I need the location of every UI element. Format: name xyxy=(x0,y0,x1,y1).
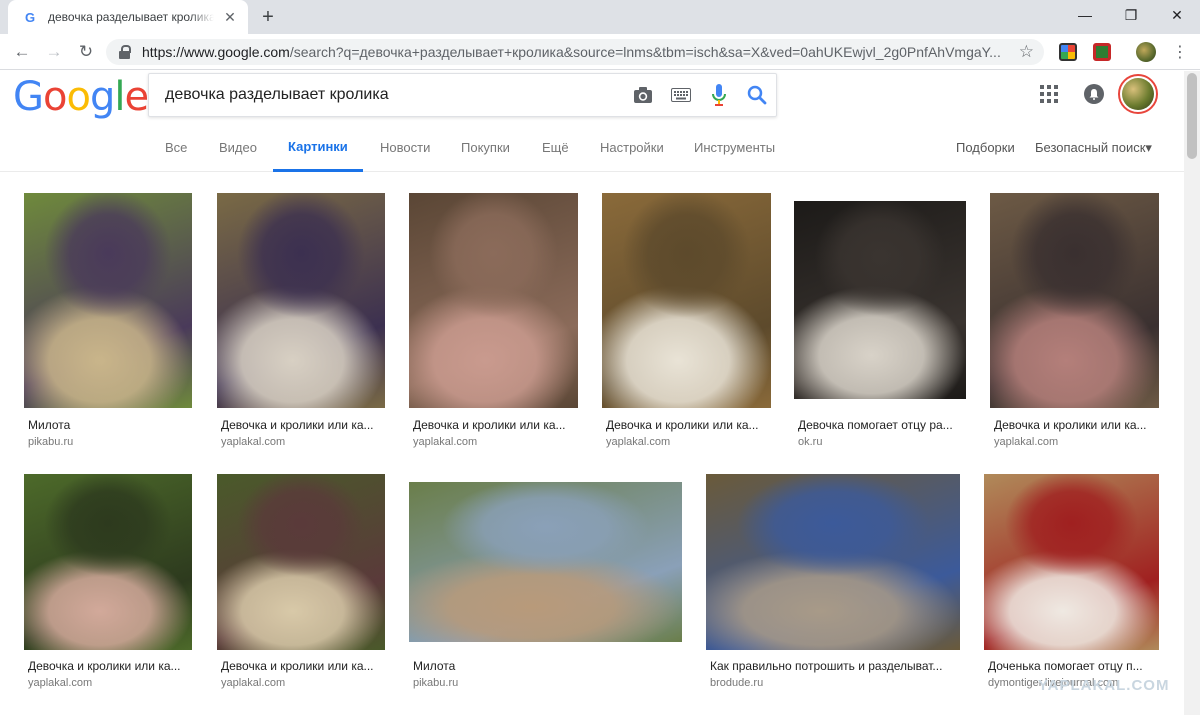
maximize-button[interactable]: ❐ xyxy=(1108,0,1154,30)
tab-images[interactable]: Картинки xyxy=(273,123,363,172)
camera-icon[interactable] xyxy=(624,73,662,117)
search-type-tabs: Все Видео Картинки Новости Покупки Ещё Н… xyxy=(0,123,1184,172)
minimize-button[interactable]: — xyxy=(1062,0,1108,30)
search-icon[interactable] xyxy=(738,73,776,117)
new-tab-button[interactable]: + xyxy=(256,5,280,29)
profile-avatar-icon[interactable] xyxy=(1136,42,1156,62)
image-result-thumbnail[interactable] xyxy=(602,193,771,408)
back-button[interactable]: ← xyxy=(10,40,34,64)
tab-shopping[interactable]: Покупки xyxy=(461,123,510,172)
image-result-thumbnail[interactable] xyxy=(990,193,1159,408)
scroll-thumb[interactable] xyxy=(1187,73,1197,159)
result-caption[interactable]: Девочка и кролики или ка... xyxy=(413,418,573,432)
logo-letter: G xyxy=(13,74,44,120)
result-caption[interactable]: Как правильно потрошить и разделыват... xyxy=(710,659,960,673)
image-result-thumbnail[interactable] xyxy=(984,474,1159,650)
forward-button[interactable]: → xyxy=(42,40,66,64)
tab-settings[interactable]: Настройки xyxy=(600,123,664,172)
browser-toolbar: ← → ↻ https://www.google.com/search?q=де… xyxy=(0,34,1200,70)
tab-strip: G девочка разделывает кролика - Поиск в … xyxy=(0,0,1200,34)
result-source[interactable]: brodude.ru xyxy=(710,677,763,689)
result-caption[interactable]: Милота xyxy=(28,418,188,432)
tab-video[interactable]: Видео xyxy=(219,123,257,172)
image-result-thumbnail[interactable] xyxy=(794,201,966,399)
collections-link[interactable]: Подборки xyxy=(956,123,1015,172)
browser-menu-icon[interactable]: ⋮ xyxy=(1170,40,1190,64)
account-avatar[interactable] xyxy=(1118,74,1158,114)
logo-letter: o xyxy=(43,74,68,120)
image-result-thumbnail[interactable] xyxy=(24,193,192,408)
tab-tools[interactable]: Инструменты xyxy=(694,123,775,172)
result-caption[interactable]: Девочка и кролики или ка... xyxy=(221,659,381,673)
tab-news[interactable]: Новости xyxy=(380,123,430,172)
image-result-thumbnail[interactable] xyxy=(706,474,960,650)
google-logo[interactable]: Google xyxy=(13,74,149,120)
result-source[interactable]: yaplakal.com xyxy=(28,677,92,689)
result-source[interactable]: yaplakal.com xyxy=(221,677,285,689)
window-close-button[interactable]: ✕ xyxy=(1154,0,1200,30)
tab-all[interactable]: Все xyxy=(165,123,187,172)
result-caption[interactable]: Девочка и кролики или ка... xyxy=(606,418,766,432)
watermark-text: YAPLAKAL.COM xyxy=(1038,677,1170,694)
search-box[interactable]: девочка разделывает кролика xyxy=(148,73,777,117)
extension-icon[interactable] xyxy=(1093,43,1111,61)
notifications-bell-icon[interactable] xyxy=(1084,84,1104,104)
browser-tab[interactable]: G девочка разделывает кролика - Поиск в … xyxy=(8,0,248,34)
result-caption[interactable]: Девочка и кролики или ка... xyxy=(994,418,1154,432)
result-source[interactable]: yaplakal.com xyxy=(606,436,670,448)
apps-grid-icon[interactable] xyxy=(1040,85,1058,103)
result-caption[interactable]: Девочка и кролики или ка... xyxy=(28,659,188,673)
page-scrollbar[interactable] xyxy=(1184,71,1200,715)
image-result-thumbnail[interactable] xyxy=(409,193,578,408)
reload-button[interactable]: ↻ xyxy=(74,40,98,64)
safesearch-dropdown[interactable]: Безопасный поиск▾ xyxy=(1035,123,1152,172)
url-text[interactable]: https://www.google.com/search?q=девочка+… xyxy=(142,44,1022,60)
logo-letter: l xyxy=(114,74,125,120)
logo-letter: o xyxy=(66,74,91,120)
image-result-thumbnail[interactable] xyxy=(217,193,385,408)
logo-letter: e xyxy=(124,74,149,120)
extension-icon[interactable] xyxy=(1059,43,1077,61)
result-caption[interactable]: Доченька помогает отцу п... xyxy=(988,659,1148,673)
microphone-icon[interactable] xyxy=(700,73,738,117)
result-source[interactable]: yaplakal.com xyxy=(994,436,1058,448)
result-caption[interactable]: Девочка помогает отцу ра... xyxy=(798,418,958,432)
bookmark-star-icon[interactable]: ☆ xyxy=(1019,42,1034,62)
result-source[interactable]: ok.ru xyxy=(798,436,822,448)
keyboard-icon[interactable] xyxy=(662,73,700,117)
image-result-thumbnail[interactable] xyxy=(217,474,385,650)
result-source[interactable]: yaplakal.com xyxy=(221,436,285,448)
close-tab-icon[interactable]: ✕ xyxy=(222,9,238,25)
google-favicon-icon: G xyxy=(24,9,36,25)
search-input[interactable]: девочка разделывает кролика xyxy=(165,86,624,104)
image-result-thumbnail[interactable] xyxy=(409,482,682,642)
address-bar[interactable]: https://www.google.com/search?q=девочка+… xyxy=(106,39,1044,65)
result-caption[interactable]: Милота xyxy=(413,659,613,673)
logo-letter: g xyxy=(89,74,115,120)
tab-more[interactable]: Ещё xyxy=(542,123,569,172)
image-result-thumbnail[interactable] xyxy=(24,474,192,650)
result-source[interactable]: pikabu.ru xyxy=(28,436,73,448)
google-images-page: Google девочка разделывает кролика Все В… xyxy=(0,71,1184,715)
result-source[interactable]: yaplakal.com xyxy=(413,436,477,448)
tab-title: девочка разделывает кролика - Поиск в Go… xyxy=(48,10,214,24)
result-caption[interactable]: Девочка и кролики или ка... xyxy=(221,418,381,432)
lock-icon[interactable] xyxy=(118,45,132,59)
result-source[interactable]: pikabu.ru xyxy=(413,677,458,689)
